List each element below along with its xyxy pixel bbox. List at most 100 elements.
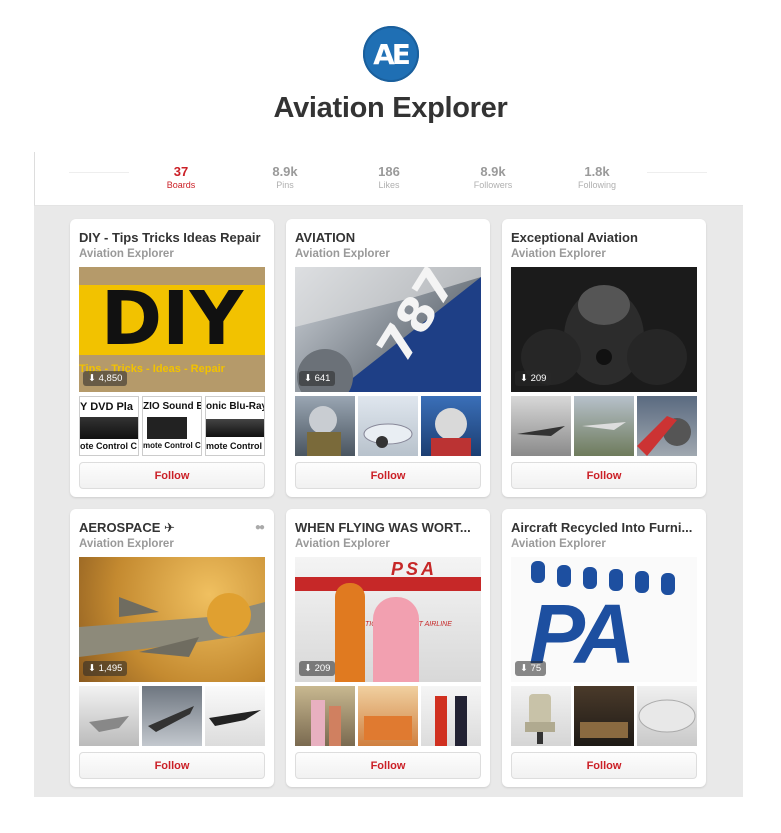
psa-fuselage-stripe (295, 577, 481, 591)
stats-divider-right (647, 172, 707, 173)
board-thumbnail[interactable]: ZIO Sound B mote Control Co (142, 396, 202, 456)
board-owner[interactable]: Aviation Explorer (511, 248, 606, 260)
follow-button[interactable]: Follow (295, 462, 481, 489)
stat-label: Following (577, 180, 617, 190)
board-thumbnail[interactable] (511, 396, 571, 456)
jet-silhouette-graphic (148, 706, 194, 732)
board-thumbnail[interactable] (511, 686, 571, 746)
pilot-helmet-graphic (307, 406, 341, 456)
pin-count: 1,495 (98, 663, 123, 674)
stat-label: Likes (378, 180, 400, 190)
pin-count-badge: ⬇ 209 (515, 371, 552, 386)
stat-likes[interactable]: 186 Likes (344, 164, 434, 192)
board-cover-image[interactable]: PA ⬇ 75 (511, 557, 697, 682)
follow-button[interactable]: Follow (511, 462, 697, 489)
board-thumbnail[interactable] (79, 686, 139, 746)
board-owner[interactable]: Aviation Explorer (295, 538, 390, 550)
board-thumbnail[interactable] (142, 686, 202, 746)
board-thumbnail[interactable] (421, 396, 481, 456)
pin-count-badge: ⬇ 641 (299, 371, 336, 386)
follow-button[interactable]: Follow (79, 752, 265, 779)
pin-icon: ⬇ (520, 663, 528, 674)
landing-jet-graphic (582, 422, 626, 430)
thumb-stripe (80, 417, 138, 439)
follow-button[interactable]: Follow (511, 752, 697, 779)
board-cover-image[interactable]: ⬇ 209 (511, 267, 697, 392)
logo-container: AE (0, 26, 781, 82)
board-thumbnail[interactable] (637, 396, 697, 456)
lounge-interior-graphic (580, 722, 628, 738)
board-title[interactable]: DIY - Tips Tricks Ideas Repair (79, 230, 265, 245)
board-card[interactable]: Exceptional Aviation Aviation Explorer ⬇… (502, 219, 706, 497)
stewardess-figure (373, 597, 419, 682)
board-owner[interactable]: Aviation Explorer (511, 538, 606, 550)
board-thumbnail[interactable] (295, 686, 355, 746)
board-thumbnails (295, 686, 481, 746)
stat-value: 8.9k (272, 164, 298, 179)
pin-count-badge: ⬇ 4,850 (83, 371, 128, 386)
thumb-subtext: mote Control Co (143, 441, 201, 450)
board-card[interactable]: WHEN FLYING WAS WORT... Aviation Explore… (286, 509, 490, 787)
stat-following[interactable]: 1.8k Following (552, 164, 642, 192)
airliner-graphic (363, 423, 413, 448)
pin-icon: ⬇ (88, 373, 96, 384)
stat-value: 1.8k (584, 164, 610, 179)
board-thumbnails (79, 686, 265, 746)
collaborators-icon: ●● (254, 522, 265, 533)
board-owner[interactable]: Aviation Explorer (295, 248, 390, 260)
pin-icon: ⬇ (304, 373, 312, 384)
board-cover-image[interactable]: 787 ⬇ 641 (295, 267, 481, 392)
stat-pins[interactable]: 8.9k Pins (240, 164, 330, 192)
board-title[interactable]: Exceptional Aviation (511, 230, 697, 245)
stat-followers[interactable]: 8.9k Followers (448, 164, 538, 192)
board-card[interactable]: AVIATION Aviation Explorer 787 ⬇ 641 Fol… (286, 219, 490, 497)
pin-count: 75 (530, 663, 542, 674)
board-thumbnail[interactable] (637, 686, 697, 746)
follow-button[interactable]: Follow (79, 462, 265, 489)
stat-value: 8.9k (480, 164, 506, 179)
board-thumbnail[interactable]: onic Blu-Ray I mote Control (205, 396, 265, 456)
board-thumbnail[interactable] (205, 686, 265, 746)
board-title[interactable]: WHEN FLYING WAS WORT... (295, 520, 481, 535)
boards-grid: DIY - Tips Tricks Ideas Repair Aviation … (34, 206, 743, 797)
profile-logo[interactable]: AE (362, 26, 419, 82)
pin-count: 209 (314, 663, 331, 674)
board-thumbnails (511, 686, 697, 746)
board-title[interactable]: AVIATION (295, 230, 481, 245)
pin-icon: ⬇ (88, 663, 96, 674)
board-thumbnail[interactable] (358, 686, 418, 746)
pin-count-badge: ⬇ 75 (515, 661, 547, 676)
board-card[interactable]: Aircraft Recycled Into Furni... Aviation… (502, 509, 706, 787)
board-thumbnail[interactable] (574, 686, 634, 746)
cabin-crew-graphic (311, 700, 341, 746)
board-thumbnails (295, 396, 481, 456)
board-owner[interactable]: Aviation Explorer (79, 538, 174, 550)
board-title[interactable]: AEROSPACE ✈ (79, 520, 239, 536)
pin-count: 641 (314, 373, 331, 384)
board-thumbnail[interactable]: Y DVD Pla ote Control C (79, 396, 139, 456)
thumb-subtext: ote Control C (80, 441, 137, 451)
follow-button[interactable]: Follow (295, 752, 481, 779)
board-cover-image[interactable]: ⬇ 1,495 (79, 557, 265, 682)
stat-boards[interactable]: 37 Boards (136, 164, 226, 192)
diy-cover-text: DIY (100, 276, 244, 362)
board-owner[interactable]: Aviation Explorer (79, 248, 174, 260)
stat-value: 37 (173, 164, 189, 179)
board-thumbnail[interactable] (358, 396, 418, 456)
fuselage-room-graphic (638, 699, 696, 733)
board-thumbnails: Y DVD Pla ote Control C ZIO Sound B mote… (79, 396, 265, 456)
board-cover-image[interactable]: PSA TIC SOUTHWEST AIRLINE ⬇ 209 (295, 557, 481, 682)
board-title[interactable]: Aircraft Recycled Into Furni... (511, 520, 697, 535)
board-thumbnail[interactable] (421, 686, 481, 746)
thumb-stripe (206, 419, 264, 437)
fighter-jet-graphic (89, 716, 129, 732)
stats-divider-left (69, 172, 129, 173)
board-thumbnail[interactable] (574, 396, 634, 456)
pin-count: 4,850 (98, 373, 123, 384)
board-cover-image[interactable]: DIY Tips - Tricks - Ideas - Repair ⬇ 4,8… (79, 267, 265, 392)
pin-count-badge: ⬇ 209 (299, 661, 336, 676)
board-card[interactable]: AEROSPACE ✈ ●● Aviation Explorer ⬇ 1,495… (70, 509, 274, 787)
engine-graphic (637, 416, 691, 456)
board-thumbnail[interactable] (295, 396, 355, 456)
board-card[interactable]: DIY - Tips Tricks Ideas Repair Aviation … (70, 219, 274, 497)
